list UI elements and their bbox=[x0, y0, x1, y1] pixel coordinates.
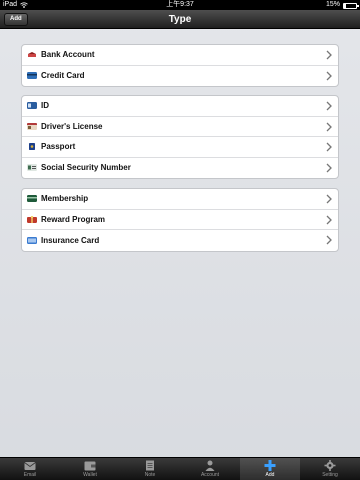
row-social-security-number[interactable]: Social Security Number bbox=[22, 158, 338, 179]
chevron-right-icon bbox=[326, 50, 332, 60]
account-types-group: Bank Account Credit Card bbox=[21, 44, 339, 87]
program-types-group: Membership Reward Program Insurance Card bbox=[21, 188, 339, 252]
tab-wallet[interactable]: Wallet bbox=[60, 458, 120, 480]
chevron-right-icon bbox=[326, 215, 332, 224]
tab-label: Note bbox=[144, 472, 156, 478]
row-membership[interactable]: Membership bbox=[22, 189, 338, 210]
ssn-card-icon bbox=[27, 164, 37, 172]
chevron-right-icon bbox=[326, 163, 332, 172]
row-label: Membership bbox=[41, 194, 89, 204]
battery-icon bbox=[343, 3, 359, 9]
reward-icon bbox=[27, 215, 37, 223]
row-label: Reward Program bbox=[41, 214, 106, 224]
row-passport[interactable]: Passport bbox=[22, 137, 338, 158]
status-time: 上午9:37 bbox=[166, 1, 194, 8]
tab-label: Email bbox=[23, 472, 37, 478]
row-reward-program[interactable]: Reward Program bbox=[22, 210, 338, 230]
tab-label: Setting bbox=[322, 472, 338, 478]
wallet-icon bbox=[84, 461, 96, 471]
navigation-bar: Add Type bbox=[0, 10, 360, 29]
row-drivers-license[interactable]: Driver's License bbox=[22, 117, 338, 137]
row-bank-account[interactable]: Bank Account bbox=[22, 45, 338, 66]
identity-types-group: ID Driver's License Passport Social Secu… bbox=[21, 95, 339, 179]
person-icon bbox=[205, 460, 215, 471]
tab-label: Account bbox=[200, 472, 220, 478]
tab-account[interactable]: Account bbox=[180, 458, 240, 480]
row-label: ID bbox=[41, 101, 49, 111]
chevron-right-icon bbox=[326, 101, 332, 111]
bank-icon bbox=[28, 52, 36, 58]
gear-icon bbox=[324, 460, 336, 471]
tab-label: Add bbox=[265, 472, 275, 478]
row-credit-card[interactable]: Credit Card bbox=[22, 66, 338, 87]
page-title: Type bbox=[168, 14, 192, 25]
driver-license-icon bbox=[27, 122, 37, 130]
chevron-right-icon bbox=[326, 122, 332, 131]
row-label: Passport bbox=[41, 142, 76, 152]
row-label: Credit Card bbox=[41, 71, 85, 81]
tab-email[interactable]: Email bbox=[0, 458, 60, 480]
tab-bar: Email Wallet Note Account Add Setting bbox=[0, 457, 360, 480]
row-insurance-card[interactable]: Insurance Card bbox=[22, 230, 338, 251]
tab-note[interactable]: Note bbox=[120, 458, 180, 480]
id-card-icon bbox=[27, 102, 37, 110]
insurance-card-icon bbox=[27, 236, 37, 244]
row-label: Driver's License bbox=[41, 121, 103, 131]
status-bar: iPad 上午9:37 15% bbox=[0, 0, 360, 10]
row-label: Insurance Card bbox=[41, 235, 100, 245]
chevron-right-icon bbox=[326, 71, 332, 80]
passport-icon bbox=[29, 143, 35, 151]
mail-icon bbox=[24, 462, 36, 470]
row-label: Bank Account bbox=[41, 50, 95, 60]
battery-percent: 15% bbox=[325, 1, 340, 8]
tab-label: Wallet bbox=[83, 472, 97, 478]
tab-setting[interactable]: Setting bbox=[300, 458, 360, 480]
plus-icon bbox=[264, 460, 276, 471]
tab-add[interactable]: Add bbox=[240, 458, 300, 480]
chevron-right-icon bbox=[326, 235, 332, 245]
membership-card-icon bbox=[27, 195, 37, 203]
row-label: Social Security Number bbox=[41, 163, 131, 173]
row-id[interactable]: ID bbox=[22, 96, 338, 117]
note-icon bbox=[146, 460, 154, 471]
chevron-right-icon bbox=[326, 194, 332, 204]
credit-card-icon bbox=[27, 72, 37, 80]
chevron-right-icon bbox=[326, 142, 332, 152]
